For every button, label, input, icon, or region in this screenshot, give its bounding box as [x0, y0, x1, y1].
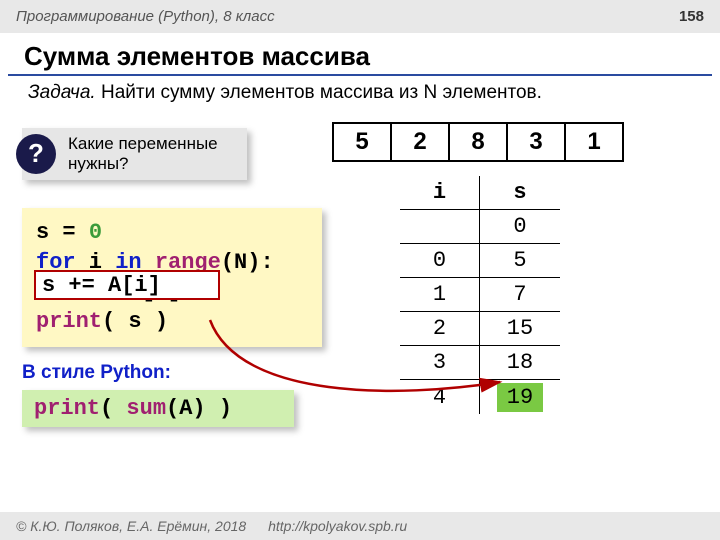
trace-row: 0 5	[400, 244, 560, 278]
header-bar: Программирование (Python), 8 класс 158	[0, 0, 720, 33]
code-line: print( s )	[36, 307, 308, 337]
trace-row: 1 7	[400, 278, 560, 312]
python-style-label: В стиле Python:	[22, 362, 171, 384]
array-cell: 5	[332, 122, 392, 162]
result-highlight: 19	[497, 383, 543, 412]
overlay-text: s += A[i]	[42, 273, 161, 298]
course-name: Программирование (Python), 8 класс	[16, 8, 275, 25]
task-text: Задача. Найти сумму элементов массива из…	[0, 76, 720, 110]
trace-head-i: i	[400, 176, 480, 210]
task-body: Найти сумму элементов массива из N элеме…	[101, 82, 542, 103]
code-block-pythonic: print( sum(A) )	[22, 390, 294, 427]
trace-row: 0	[400, 210, 560, 244]
task-label: Задача.	[28, 82, 96, 103]
array-row: 5 2 8 3 1	[332, 122, 624, 162]
trace-row: 4 19	[400, 380, 560, 414]
content-area: ? Какие переменные нужны? 5 2 8 3 1 s = …	[0, 110, 720, 510]
array-cell: 2	[390, 122, 450, 162]
array-cell: 8	[448, 122, 508, 162]
question-icon: ?	[16, 134, 56, 174]
array-cell: 3	[506, 122, 566, 162]
trace-head-s: s	[480, 176, 560, 210]
trace-header: i s	[400, 176, 560, 210]
array-cell: 1	[564, 122, 624, 162]
page-number: 158	[679, 8, 704, 25]
page-title: Сумма элементов массива	[8, 33, 712, 76]
footer: © К.Ю. Поляков, Е.А. Ерёмин, 2018 http:/…	[0, 512, 720, 540]
question-box: ? Какие переменные нужны?	[22, 128, 247, 180]
copyright: © К.Ю. Поляков, Е.А. Ерёмин, 2018	[16, 518, 246, 534]
trace-table: i s 0 0 5 1 7 2 15 3 18 4 19	[400, 176, 560, 414]
trace-row: 2 15	[400, 312, 560, 346]
trace-row: 3 18	[400, 346, 560, 380]
footer-url: http://kpolyakov.spb.ru	[268, 518, 407, 534]
code-overlay: s += A[i]	[34, 270, 220, 300]
code-line: s = 0	[36, 218, 308, 248]
question-text: Какие переменные нужны?	[68, 134, 247, 175]
